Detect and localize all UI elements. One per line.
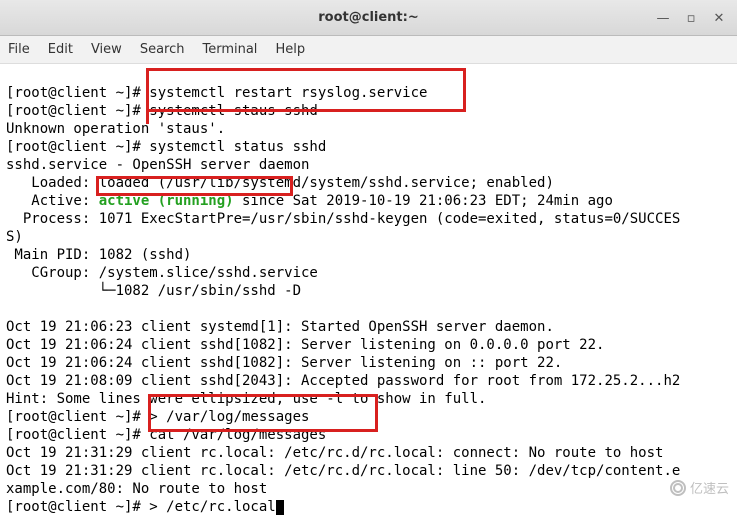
term-line: Oct 19 21:06:23 client systemd[1]: Start… [6,319,554,335]
terminal-output[interactable]: [root@client ~]# systemctl restart rsysl… [0,64,737,518]
term-line: [root@client ~]# systemctl status sshd [6,139,326,155]
minimize-button[interactable]: — [651,6,675,30]
menu-edit[interactable]: Edit [48,42,73,57]
menu-search[interactable]: Search [140,42,185,57]
menu-help[interactable]: Help [275,42,305,57]
close-button[interactable]: ✕ [707,6,731,30]
term-line: [root@client ~]# systemctl restart rsysl… [6,85,427,101]
term-line: Unknown operation 'staus'. [6,121,225,137]
window-titlebar: root@client:~ — ▫ ✕ [0,0,737,36]
window-title: root@client:~ [318,10,418,25]
term-line: Oct 19 21:06:24 client sshd[1082]: Serve… [6,337,604,353]
term-line: S) [6,229,23,245]
menubar: File Edit View Search Terminal Help [0,36,737,64]
watermark-logo-icon [670,480,686,496]
term-line: Process: 1071 ExecStartPre=/usr/sbin/ssh… [6,211,680,227]
term-fragment: [root@client ~]# > /etc/rc.local [6,499,276,515]
term-line: Oct 19 21:31:29 client rc.local: /etc/rc… [6,463,680,479]
term-line: Oct 19 21:31:29 client rc.local: /etc/rc… [6,445,663,461]
term-line: [root@client ~]# cat /var/log/messages [6,427,326,443]
menu-view[interactable]: View [91,42,122,57]
term-line: sshd.service - OpenSSH server daemon [6,157,309,173]
term-fragment: since Sat 2019-10-19 21:06:23 EDT; 24min… [234,193,613,209]
term-line: Oct 19 21:08:09 client sshd[2043]: Accep… [6,373,680,389]
menu-terminal[interactable]: Terminal [202,42,257,57]
term-line: Main PID: 1082 (sshd) [6,247,191,263]
term-line: Loaded: loaded (/usr/lib/systemd/system/… [6,175,554,191]
term-line: Active: active (running) since Sat 2019-… [6,193,613,209]
window-controls: — ▫ ✕ [651,6,731,30]
term-line: └─1082 /usr/sbin/sshd -D [6,283,301,299]
watermark-text: 亿速云 [690,478,729,497]
menu-file[interactable]: File [8,42,30,57]
watermark: 亿速云 [670,478,729,497]
term-line: CGroup: /system.slice/sshd.service [6,265,318,281]
maximize-button[interactable]: ▫ [679,6,703,30]
terminal-cursor-icon [276,500,284,515]
term-line: xample.com/80: No route to host [6,481,267,497]
term-line: [root@client ~]# > /var/log/messages [6,409,309,425]
term-line: Hint: Some lines were ellipsized, use -l… [6,391,486,407]
term-fragment: Active: [6,193,99,209]
term-line: Oct 19 21:06:24 client sshd[1082]: Serve… [6,355,562,371]
status-active-running: active (running) [99,193,234,209]
term-line: [root@client ~]# systemctl staus sshd [6,103,318,119]
term-line: [root@client ~]# > /etc/rc.local [6,499,284,515]
